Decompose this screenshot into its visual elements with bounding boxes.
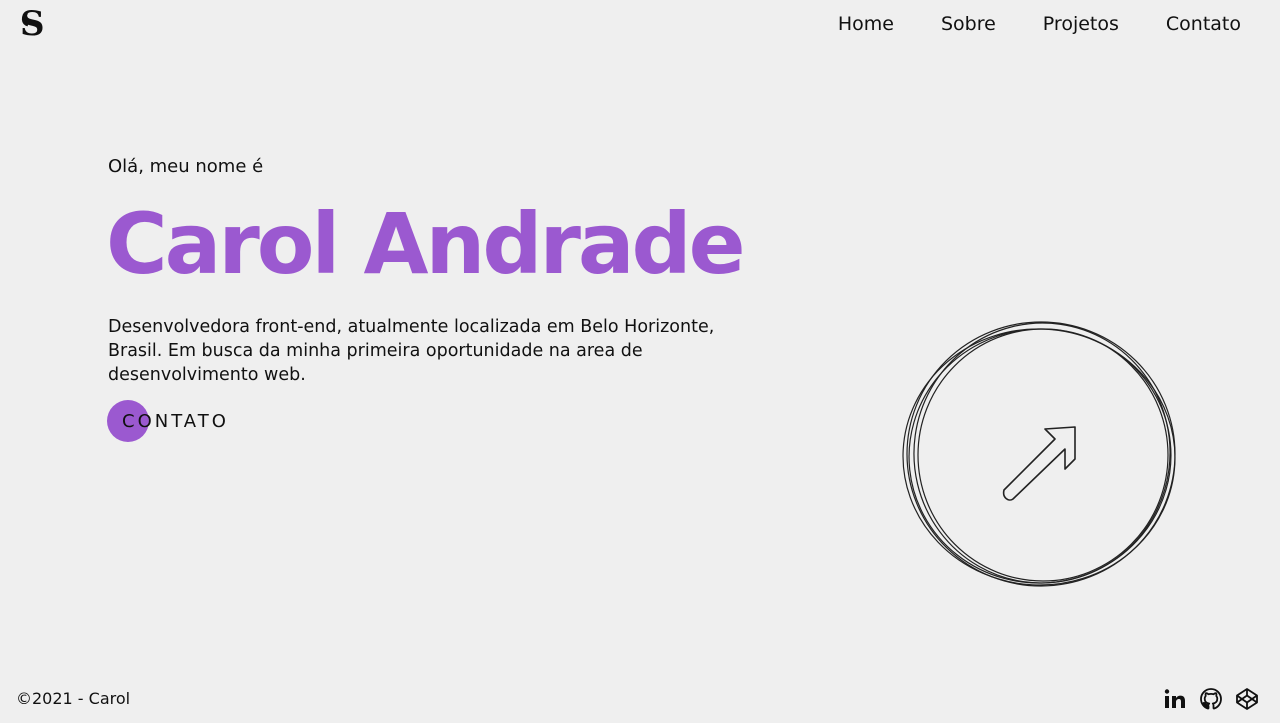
hero-description: Desenvolvedora front-end, atualmente loc… xyxy=(108,317,715,385)
arrow-up-right-icon xyxy=(902,321,1176,587)
nav-sobre-link[interactable]: Sobre xyxy=(941,12,996,36)
footer-copyright: ©2021 - Carol xyxy=(16,689,131,708)
social-links xyxy=(1162,686,1260,712)
codepen-link[interactable] xyxy=(1234,686,1260,712)
linkedin-link[interactable] xyxy=(1162,686,1188,712)
hero-name: Carol Andrade xyxy=(106,195,746,293)
github-icon xyxy=(1200,688,1222,710)
cta-label: CONTATO xyxy=(122,410,229,432)
nav-home-link[interactable]: Home xyxy=(838,12,894,36)
logo-s-monogram-icon[interactable]: S xyxy=(18,4,50,44)
scribble-circle-arrow-button[interactable] xyxy=(895,312,1185,602)
main-nav: Home Sobre Projetos Contato xyxy=(791,12,1241,36)
nav-projetos-link[interactable]: Projetos xyxy=(1043,12,1119,36)
linkedin-icon xyxy=(1164,689,1185,708)
contact-cta-button[interactable]: CONTATO xyxy=(107,400,229,442)
nav-contato-link[interactable]: Contato xyxy=(1166,12,1241,36)
codepen-icon xyxy=(1236,688,1258,710)
github-link[interactable] xyxy=(1198,686,1224,712)
hero-greeting: Olá, meu nome é xyxy=(108,156,264,177)
